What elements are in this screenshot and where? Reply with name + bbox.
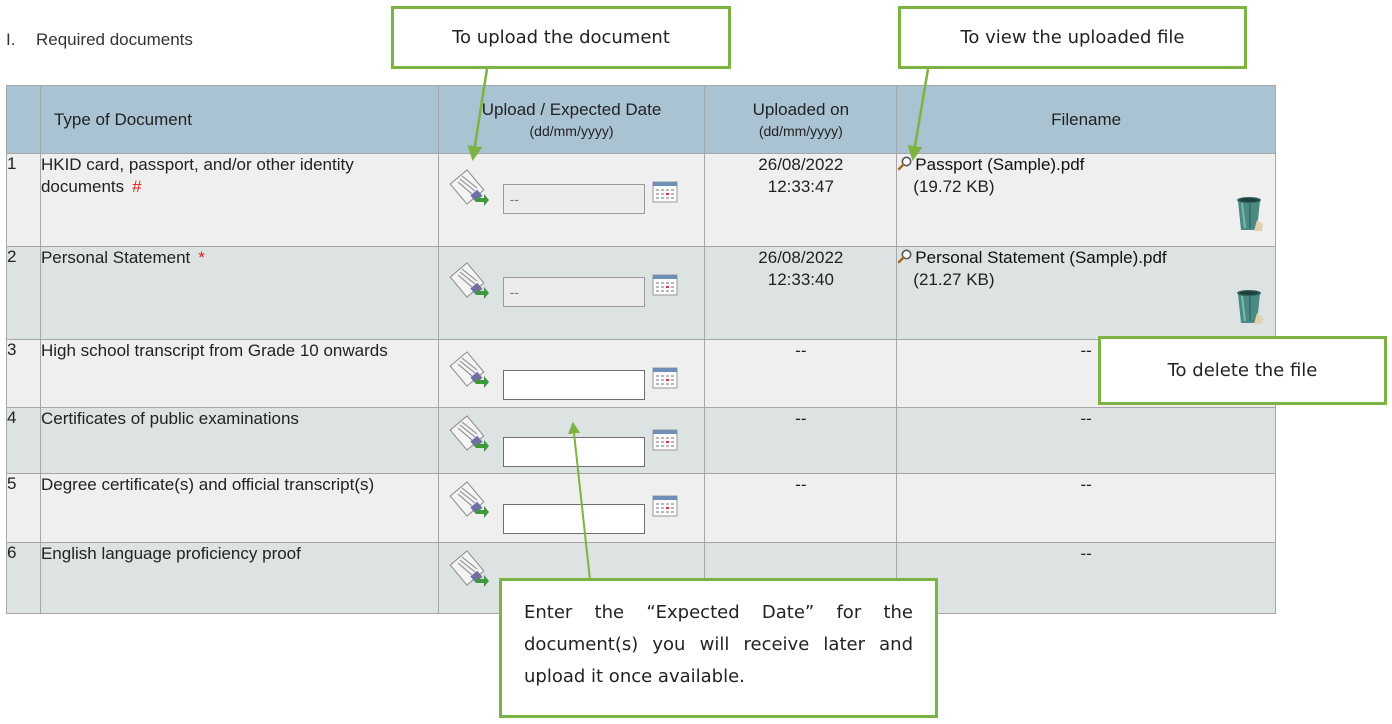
filename-placeholder: -- xyxy=(896,407,1276,474)
calendar-icon[interactable] xyxy=(652,494,678,518)
filename-placeholder: -- xyxy=(896,542,1276,614)
file-name[interactable]: Personal Statement (Sample).pdf xyxy=(915,248,1166,267)
expected-date-input[interactable] xyxy=(502,277,645,307)
calendar-icon[interactable] xyxy=(652,180,678,204)
document-type-label: Degree certificate(s) and official trans… xyxy=(39,473,439,543)
document-type-label: Personal Statement xyxy=(40,248,191,267)
filename-cell: Personal Statement (Sample).pdf (21.27 K… xyxy=(896,246,1276,340)
calendar-icon[interactable] xyxy=(652,366,678,390)
view-file-link[interactable]: Passport (Sample).pdf xyxy=(897,155,1084,174)
upload-cell xyxy=(437,473,706,543)
row-number: 4 xyxy=(6,407,41,474)
filename-cell: Passport (Sample).pdf (19.72 KB) xyxy=(896,153,1276,247)
expected-date-input[interactable] xyxy=(502,184,645,214)
expected-date-input[interactable] xyxy=(502,370,645,400)
upload-cell xyxy=(437,407,706,474)
upload-document-icon[interactable] xyxy=(448,549,490,591)
upload-cell xyxy=(437,153,706,247)
row-number: 5 xyxy=(6,473,41,543)
filename-placeholder: -- xyxy=(896,473,1276,543)
document-type: HKID card, passport, and/or other identi… xyxy=(39,153,439,247)
file-size: (19.72 KB) xyxy=(913,177,995,196)
document-type-label: Certificates of public examinations xyxy=(39,407,439,474)
uploaded-on-placeholder: -- xyxy=(704,407,898,474)
magnifier-icon[interactable] xyxy=(897,155,913,171)
trash-bin-icon[interactable] xyxy=(1235,287,1263,325)
required-documents-table: Type of Document Upload / Expected Date (… xyxy=(6,85,1276,614)
header-num xyxy=(6,85,41,154)
upload-callout: To upload the document xyxy=(391,6,731,69)
table-row: 3 High school transcript from Grade 10 o… xyxy=(6,339,1276,408)
file-name[interactable]: Passport (Sample).pdf xyxy=(915,155,1084,174)
trash-bin-icon[interactable] xyxy=(1235,194,1263,232)
header-filename: Filename xyxy=(896,85,1276,154)
uploaded-on-placeholder: -- xyxy=(704,339,898,408)
uploaded-date: 26/08/2022 xyxy=(758,248,844,267)
magnifier-icon[interactable] xyxy=(897,248,913,264)
uploaded-on-placeholder: -- xyxy=(704,473,898,543)
upload-cell xyxy=(437,339,706,408)
document-type: Personal Statement * xyxy=(39,246,439,340)
calendar-icon[interactable] xyxy=(652,428,678,452)
section-heading: I. Required documents xyxy=(6,30,193,50)
expected-date-input[interactable] xyxy=(502,504,645,534)
table-row: 4 Certificates of public examinations --… xyxy=(6,407,1276,474)
calendar-icon[interactable] xyxy=(652,273,678,297)
upload-document-icon[interactable] xyxy=(448,414,490,456)
required-mark: * xyxy=(198,248,205,267)
header-upload: Upload / Expected Date (dd/mm/yyyy) xyxy=(437,85,706,154)
upload-document-icon[interactable] xyxy=(448,480,490,522)
view-file-link[interactable]: Personal Statement (Sample).pdf xyxy=(897,248,1167,267)
delete-callout: To delete the file xyxy=(1098,336,1387,405)
view-callout: To view the uploaded file xyxy=(898,6,1247,69)
header-upload-label: Upload / Expected Date xyxy=(481,100,662,119)
row-number: 2 xyxy=(6,246,41,340)
header-uploaded-format: (dd/mm/yyyy) xyxy=(758,123,843,139)
header-type: Type of Document xyxy=(39,85,439,154)
upload-cell xyxy=(437,246,706,340)
table-row: 5 Degree certificate(s) and official tra… xyxy=(6,473,1276,543)
uploaded-on-cell: 26/08/2022 12:33:47 xyxy=(704,153,898,247)
uploaded-time: 12:33:40 xyxy=(767,270,834,289)
document-type-label: High school transcript from Grade 10 onw… xyxy=(39,339,439,408)
row-number: 1 xyxy=(6,153,41,247)
file-size: (21.27 KB) xyxy=(913,270,995,289)
uploaded-date: 26/08/2022 xyxy=(758,155,844,174)
uploaded-time: 12:33:47 xyxy=(767,177,834,196)
document-type-label: HKID card, passport, and/or other identi… xyxy=(40,155,354,196)
upload-document-icon[interactable] xyxy=(448,168,490,210)
row-number: 3 xyxy=(6,339,41,408)
header-uploaded-label: Uploaded on xyxy=(752,100,850,119)
required-mark: # xyxy=(132,177,142,196)
uploaded-on-cell: 26/08/2022 12:33:40 xyxy=(704,246,898,340)
section-number: I. xyxy=(6,30,16,49)
upload-document-icon[interactable] xyxy=(448,261,490,303)
header-uploaded-on: Uploaded on (dd/mm/yyyy) xyxy=(704,85,898,154)
row-number: 6 xyxy=(6,542,41,614)
header-upload-format: (dd/mm/yyyy) xyxy=(529,123,614,139)
document-type-label: English language proficiency proof xyxy=(39,542,439,614)
expected-date-callout: Enter the “Expected Date” for the docume… xyxy=(499,578,938,718)
expected-date-input[interactable] xyxy=(502,437,645,467)
table-row: 2 Personal Statement * 26/08/2022 12:33:40… xyxy=(6,246,1276,340)
section-title: Required documents xyxy=(36,30,193,49)
upload-document-icon[interactable] xyxy=(448,350,490,392)
table-row: 1 HKID card, passport, and/or other iden… xyxy=(6,153,1276,247)
table-header-row: Type of Document Upload / Expected Date (… xyxy=(6,85,1276,154)
